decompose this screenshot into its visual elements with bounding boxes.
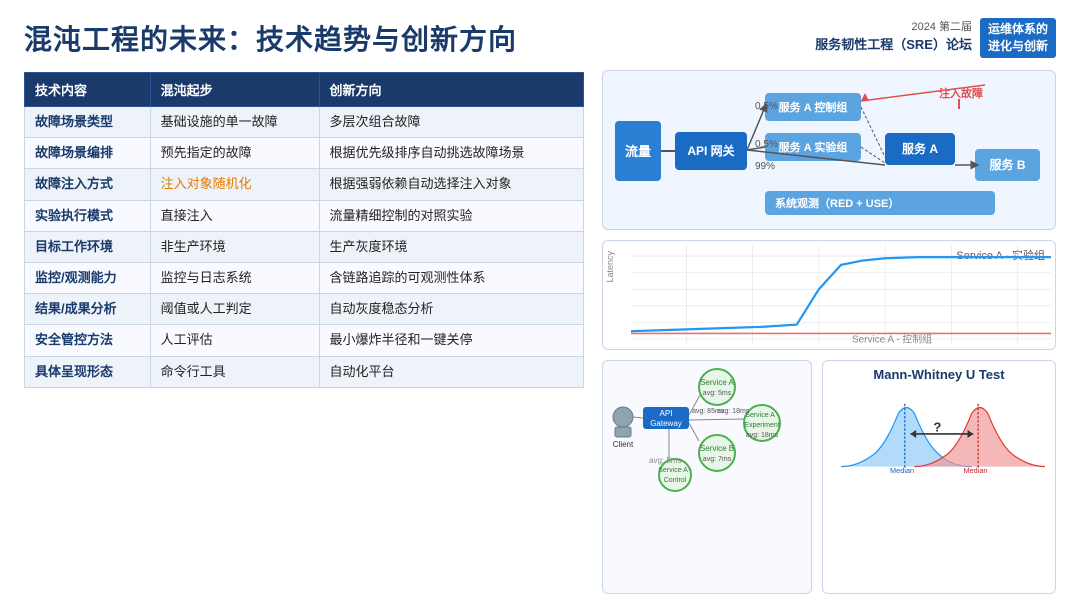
service-b-box: 服务 B [975, 149, 1040, 181]
svg-text:Median: Median [890, 466, 914, 475]
table-cell-7-2: 最小爆炸半径和一键关停 [319, 325, 583, 356]
svg-text:avg: 5ms: avg: 5ms [703, 390, 732, 397]
main-container: 混沌工程的未来：技术趋势与创新方向 技术内容 混沌起步 创新方向 故障场景类型基… [0, 0, 1080, 608]
table-row: 监控/观测能力监控与日志系统含链路追踪的可观测性体系 [25, 262, 584, 293]
page-title: 混沌工程的未来：技术趋势与创新方向 [24, 18, 584, 58]
info-table: 技术内容 混沌起步 创新方向 故障场景类型基础设施的单一故障多层次组合故障故障场… [24, 72, 584, 388]
svg-text:Control: Control [664, 477, 687, 484]
table-cell-0-0: 故障场景类型 [25, 107, 151, 138]
table-cell-0-1: 基础设施的单一故障 [150, 107, 319, 138]
api-gateway-box: API 网关 [675, 132, 747, 170]
table-row: 实验执行模式直接注入流量精细控制的对照实验 [25, 200, 584, 231]
inject-arrow [958, 99, 960, 109]
svg-text:avg: 18ms: avg: 18ms [717, 408, 750, 415]
chart-svg: Service A - 控制组 30 20 10 [631, 245, 1051, 344]
table-row: 目标工作环境非生产环境生产灰度环境 [25, 231, 584, 262]
svg-text:avg: 7ms: avg: 7ms [703, 456, 732, 463]
arrow-flow-api [661, 150, 675, 152]
table-cell-7-1: 人工评估 [150, 325, 319, 356]
table-cell-4-1: 非生产环境 [150, 231, 319, 262]
col-header-3: 创新方向 [319, 73, 583, 107]
forum-year: 2024 第二届 [815, 18, 972, 34]
table-cell-5-1: 监控与日志系统 [150, 262, 319, 293]
table-cell-1-1: 预先指定的故障 [150, 138, 319, 169]
table-cell-3-0: 实验执行模式 [25, 200, 151, 231]
pct3-label: 99% [755, 161, 775, 172]
table-cell-5-2: 含链路追踪的可观测性体系 [319, 262, 583, 293]
forum-info: 2024 第二届 服务韧性工程（SRE）论坛 [815, 18, 972, 53]
table-row: 结果/成果分析阈值或人工判定自动灰度稳态分析 [25, 294, 584, 325]
network-svg: Client API Gateway Service A avg: 5ms Se… [607, 365, 807, 495]
table-cell-8-1: 命令行工具 [150, 356, 319, 387]
table-row: 具体呈现形态命令行工具自动化平台 [25, 356, 584, 387]
table-cell-6-0: 结果/成果分析 [25, 294, 151, 325]
col-header-2: 混沌起步 [150, 73, 319, 107]
service-a-box: 服务 A [885, 133, 955, 165]
table-cell-1-2: 根据优先级排序自动挑选故障场景 [319, 138, 583, 169]
mann-whitney: Mann-Whitney U Test Median Median [822, 360, 1056, 594]
table-cell-7-0: 安全管控方法 [25, 325, 151, 356]
service-a-exp-box: 服务 A 实验组 [765, 133, 861, 161]
table-row: 故障注入方式注入对象随机化根据强弱依赖自动选择注入对象 [25, 169, 584, 200]
service-a-ctrl-box: 服务 A 控制组 [765, 93, 861, 121]
svg-text:Service B: Service B [700, 444, 734, 453]
flow-box: 流量 [615, 121, 661, 181]
left-column: 混沌工程的未来：技术趋势与创新方向 技术内容 混沌起步 创新方向 故障场景类型基… [24, 18, 584, 594]
table-cell-8-2: 自动化平台 [319, 356, 583, 387]
mw-svg: Median Median ? [833, 386, 1045, 486]
table-row: 故障场景类型基础设施的单一故障多层次组合故障 [25, 107, 584, 138]
mw-title: Mann-Whitney U Test [833, 367, 1045, 382]
table-cell-3-1: 直接注入 [150, 200, 319, 231]
chart-y-label: Latency [605, 251, 615, 283]
svg-text:Client: Client [613, 440, 634, 449]
svg-text:Service A -: Service A - [745, 412, 779, 419]
svg-text:Experiment: Experiment [744, 422, 779, 429]
inject-label: 注入故障 [939, 85, 983, 101]
forum-subtitle: 运维体系的 进化与创新 [980, 18, 1056, 58]
svg-text:API: API [660, 409, 673, 418]
table-cell-0-2: 多层次组合故障 [319, 107, 583, 138]
arch-diagram: 流量 API 网关 服务 A 控制组 服务 A 实验组 服务 A [602, 70, 1056, 230]
svg-text:?: ? [933, 419, 941, 434]
table-cell-4-2: 生产灰度环境 [319, 231, 583, 262]
pct1-label: 0.5% [755, 101, 778, 112]
table-cell-6-2: 自动灰度稳态分析 [319, 294, 583, 325]
avg-label-1: avg: 5ms [649, 456, 681, 465]
forum-name: 服务韧性工程（SRE）论坛 [815, 34, 972, 53]
observation-box: 系统观测（RED + USE） [765, 191, 995, 215]
network-diagram: Client API Gateway Service A avg: 5ms Se… [602, 360, 812, 594]
table-cell-5-0: 监控/观测能力 [25, 262, 151, 293]
table-cell-8-0: 具体呈现形态 [25, 356, 151, 387]
col-header-1: 技术内容 [25, 73, 151, 107]
svg-text:Service A -: Service A - [658, 467, 692, 474]
table-row: 安全管控方法人工评估最小爆炸半径和一键关停 [25, 325, 584, 356]
table-cell-1-0: 故障场景编排 [25, 138, 151, 169]
table-cell-2-1: 注入对象随机化 [150, 169, 319, 200]
table-row: 故障场景编排预先指定的故障根据优先级排序自动挑选故障场景 [25, 138, 584, 169]
table-cell-2-0: 故障注入方式 [25, 169, 151, 200]
svg-text:Service A: Service A [700, 378, 734, 387]
right-column: 2024 第二届 服务韧性工程（SRE）论坛 运维体系的 进化与创新 流量 AP… [602, 18, 1056, 594]
table-cell-3-2: 流量精细控制的对照实验 [319, 200, 583, 231]
table-cell-6-1: 阈值或人工判定 [150, 294, 319, 325]
forum-header: 2024 第二届 服务韧性工程（SRE）论坛 运维体系的 进化与创新 [602, 18, 1056, 58]
pct2-label: 0.5% [755, 139, 778, 150]
arch-inner: 流量 API 网关 服务 A 控制组 服务 A 实验组 服务 A [615, 81, 1043, 221]
svg-text:Median: Median [963, 466, 987, 475]
svg-text:Gateway: Gateway [650, 419, 682, 428]
svg-text:avg: 18ms: avg: 18ms [746, 432, 779, 439]
svg-text:Service A - 控制组: Service A - 控制组 [852, 332, 932, 344]
table-cell-4-0: 目标工作环境 [25, 231, 151, 262]
bottom-row: Client API Gateway Service A avg: 5ms Se… [602, 360, 1056, 594]
chart-area: Service A - 实验组 Latency [602, 240, 1056, 350]
table-cell-2-2: 根据强弱依赖自动选择注入对象 [319, 169, 583, 200]
